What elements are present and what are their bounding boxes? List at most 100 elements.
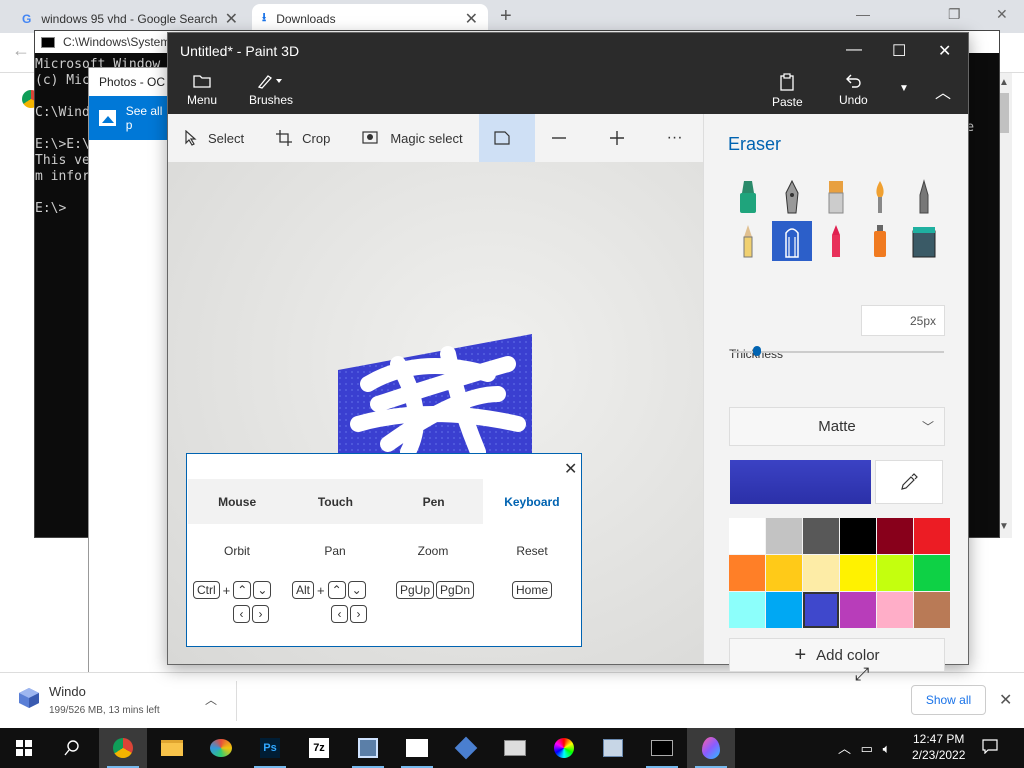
chrome-tab-downloads[interactable]: ⭳ Downloads ✕ (252, 4, 488, 33)
add-color-button[interactable]: + Add color (729, 638, 945, 672)
eyedropper-button[interactable] (875, 460, 943, 504)
color-swatch[interactable] (877, 518, 913, 554)
close-button[interactable]: ✕ (996, 6, 1008, 23)
calligraphy-pen-icon[interactable] (772, 177, 812, 217)
pencil-icon[interactable] (728, 221, 768, 261)
minimize-icon[interactable]: — (846, 41, 862, 59)
expand-diagonal-icon[interactable]: ⤢ (855, 664, 869, 685)
chrome-tab-google-search[interactable]: G windows 95 vhd - Google Search ✕ (12, 4, 248, 33)
eraser-icon[interactable] (772, 221, 812, 261)
color-swatch[interactable] (766, 592, 802, 628)
chevron-up-icon[interactable]: ︿ (205, 691, 217, 708)
close-icon[interactable]: ✕ (938, 41, 951, 61)
arrow-right-key-icon: › (350, 605, 367, 623)
tab-touch[interactable]: Touch (286, 479, 384, 524)
zoom-in-button[interactable] (593, 114, 651, 162)
finish-dropdown[interactable]: Matte ﹀ (729, 407, 945, 446)
color-swatch[interactable] (877, 592, 913, 628)
finish-value: Matte (818, 418, 856, 435)
current-color-swatch[interactable] (730, 460, 871, 504)
see-all-photos-button[interactable]: See all p (89, 96, 169, 140)
color-swatch[interactable] (729, 555, 765, 591)
back-arrow-icon[interactable]: ← (12, 40, 30, 61)
more-icon: ··· (666, 129, 683, 146)
start-button[interactable] (0, 728, 48, 768)
undo-history-chevron-icon[interactable]: ▼ (899, 83, 909, 94)
fill-bucket-icon[interactable] (904, 221, 944, 261)
taskbar-7zip[interactable]: 7z (295, 728, 343, 768)
chevron-up-icon[interactable]: ︿ (838, 741, 851, 756)
select-tool[interactable]: Select (168, 114, 260, 162)
taskbar-network-app[interactable] (589, 728, 637, 768)
taskbar-app-monitor[interactable] (344, 728, 392, 768)
download-file-name[interactable]: Windo (49, 684, 86, 699)
color-swatch[interactable] (803, 518, 839, 554)
color-swatch[interactable] (914, 555, 950, 591)
color-swatch[interactable] (729, 518, 765, 554)
taskbar: Ps 7z ︿ ▭ 🔈︎ 12:47 PM 2/23/2022 (0, 728, 1024, 768)
search-button[interactable] (48, 728, 96, 768)
taskbar-cmd[interactable] (638, 728, 686, 768)
thickness-slider[interactable] (732, 351, 944, 353)
crop-tool[interactable]: Crop (260, 114, 346, 162)
brushes-button[interactable]: Brushes (249, 73, 293, 107)
thickness-field[interactable] (861, 305, 945, 336)
show-all-button[interactable]: Show all (911, 685, 986, 715)
zoom-out-button[interactable] (535, 114, 593, 162)
spray-can-icon[interactable] (860, 221, 900, 261)
color-swatch[interactable] (914, 518, 950, 554)
arrow-up-key-icon: ⌃ (327, 581, 346, 599)
close-icon[interactable]: ✕ (999, 690, 1012, 710)
color-swatch[interactable] (729, 592, 765, 628)
close-tab-icon[interactable]: ✕ (465, 9, 478, 29)
arrow-down-key-icon: ⌄ (253, 581, 272, 599)
more-button[interactable]: ··· (651, 114, 699, 162)
network-icon[interactable]: ▭ (861, 741, 873, 756)
taskbar-paint3d[interactable] (687, 728, 735, 768)
pixel-pen-icon[interactable] (904, 177, 944, 217)
color-swatch[interactable] (803, 592, 839, 628)
color-swatch[interactable] (840, 592, 876, 628)
close-tab-icon[interactable]: ✕ (225, 9, 238, 29)
color-swatch[interactable] (840, 555, 876, 591)
restore-button[interactable]: ❐ (948, 6, 961, 23)
taskbar-color-app[interactable] (540, 728, 588, 768)
tab-mouse[interactable]: Mouse (188, 479, 286, 524)
close-icon[interactable]: ✕ (564, 459, 577, 479)
taskbar-chrome[interactable] (99, 728, 147, 768)
taskbar-vm-manager[interactable] (491, 728, 539, 768)
undo-button[interactable]: Undo (839, 73, 868, 107)
marker-brush-icon[interactable] (728, 177, 768, 217)
taskbar-paint[interactable] (197, 728, 245, 768)
taskbar-virtualbox[interactable] (442, 728, 490, 768)
collapse-chevron-icon[interactable]: ︿ (935, 79, 951, 103)
color-swatch[interactable] (766, 555, 802, 591)
taskbar-file-explorer[interactable] (148, 728, 196, 768)
color-swatch[interactable] (803, 555, 839, 591)
oil-brush-icon[interactable] (816, 177, 856, 217)
crayon-icon[interactable] (816, 221, 856, 261)
scroll-up-icon[interactable]: ▲ (999, 77, 1009, 88)
taskbar-photos[interactable] (393, 728, 441, 768)
paste-button[interactable]: Paste (772, 73, 803, 109)
menu-button[interactable]: Menu (187, 73, 217, 107)
notification-icon[interactable] (982, 738, 998, 757)
clock[interactable]: 12:47 PM 2/23/2022 (912, 731, 965, 763)
magic-select-tool[interactable]: Magic select (346, 114, 478, 162)
minimize-button[interactable]: — (856, 6, 870, 22)
system-tray[interactable]: ︿ ▭ 🔈︎ (838, 738, 890, 757)
arrow-right-key-icon: › (252, 605, 269, 623)
scroll-down-icon[interactable]: ▼ (999, 521, 1009, 532)
tab-pen[interactable]: Pen (385, 479, 483, 524)
volume-icon[interactable]: 🔈︎ (883, 741, 891, 756)
maximize-icon[interactable]: ☐ (892, 41, 906, 61)
new-tab-button[interactable]: + (500, 5, 512, 28)
watercolor-brush-icon[interactable] (860, 177, 900, 217)
tab-keyboard[interactable]: Keyboard (482, 479, 581, 524)
view-3d-tool[interactable] (478, 114, 535, 162)
taskbar-photoshop[interactable]: Ps (246, 728, 294, 768)
color-swatch[interactable] (914, 592, 950, 628)
color-swatch[interactable] (766, 518, 802, 554)
color-swatch[interactable] (877, 555, 913, 591)
color-swatch[interactable] (840, 518, 876, 554)
